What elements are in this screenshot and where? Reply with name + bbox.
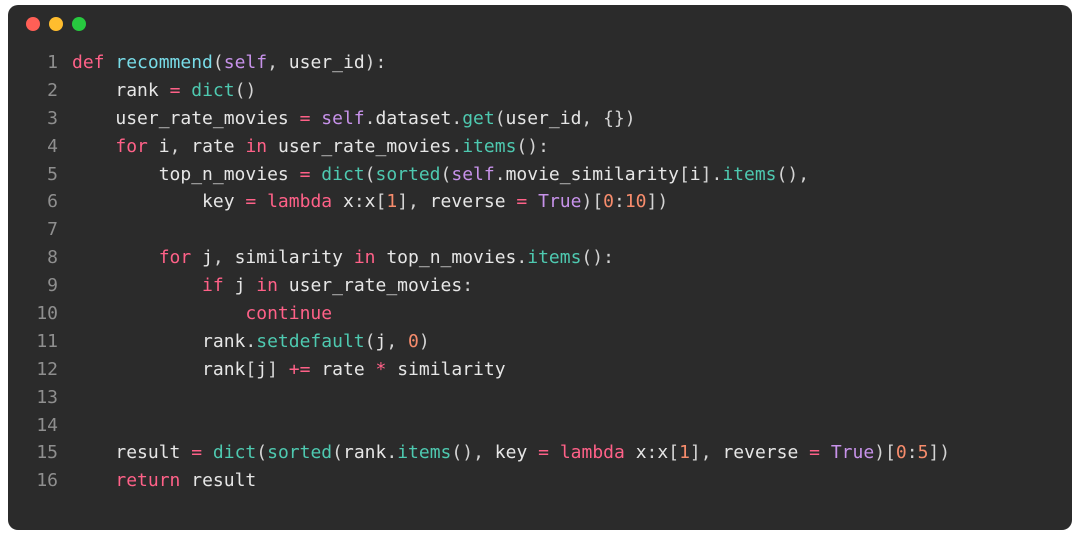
minimize-icon[interactable] [49,17,63,31]
code-line: 14 [30,412,1050,440]
line-number: 10 [30,300,58,328]
line-number: 3 [30,105,58,133]
code-line: 16 return result [30,467,1050,495]
line-number: 14 [30,412,58,440]
code-line: 6 key = lambda x:x[1], reverse = True)[0… [30,188,1050,216]
code-content: continue [72,300,1050,328]
line-number: 4 [30,133,58,161]
line-number: 15 [30,439,58,467]
code-line: 8 for j, similarity in top_n_movies.item… [30,244,1050,272]
line-number: 5 [30,161,58,189]
code-line: 11 rank.setdefault(j, 0) [30,328,1050,356]
close-icon[interactable] [26,17,40,31]
code-line: 12 rank[j] += rate * similarity [30,356,1050,384]
code-content [72,216,1050,244]
code-line: 13 [30,384,1050,412]
code-content: rank = dict() [72,77,1050,105]
code-content: user_rate_movies = self.dataset.get(user… [72,105,1050,133]
code-line: 10 continue [30,300,1050,328]
code-line: 5 top_n_movies = dict(sorted(self.movie_… [30,161,1050,189]
code-content: rank.setdefault(j, 0) [72,328,1050,356]
line-number: 7 [30,216,58,244]
code-line: 2 rank = dict() [30,77,1050,105]
code-area[interactable]: 1 def recommend(self, user_id): 2 rank =… [8,43,1072,511]
code-content: key = lambda x:x[1], reverse = True)[0:1… [72,188,1050,216]
line-number: 2 [30,77,58,105]
line-number: 8 [30,244,58,272]
line-number: 6 [30,188,58,216]
line-number: 1 [30,49,58,77]
line-number: 12 [30,356,58,384]
line-number: 11 [30,328,58,356]
line-number: 16 [30,467,58,495]
code-content: rank[j] += rate * similarity [72,356,1050,384]
code-content: def recommend(self, user_id): [72,49,1050,77]
titlebar [8,5,1072,43]
line-number: 9 [30,272,58,300]
code-content: result = dict(sorted(rank.items(), key =… [72,439,1050,467]
code-content [72,412,1050,440]
code-editor-window: 1 def recommend(self, user_id): 2 rank =… [8,5,1072,530]
code-content: for j, similarity in top_n_movies.items(… [72,244,1050,272]
line-number: 13 [30,384,58,412]
code-content: return result [72,467,1050,495]
code-content: if j in user_rate_movies: [72,272,1050,300]
code-line: 9 if j in user_rate_movies: [30,272,1050,300]
code-line: 7 [30,216,1050,244]
code-content: for i, rate in user_rate_movies.items(): [72,133,1050,161]
code-content [72,384,1050,412]
code-line: 1 def recommend(self, user_id): [30,49,1050,77]
zoom-icon[interactable] [72,17,86,31]
code-line: 3 user_rate_movies = self.dataset.get(us… [30,105,1050,133]
code-content: top_n_movies = dict(sorted(self.movie_si… [72,161,1050,189]
code-line: 15 result = dict(sorted(rank.items(), ke… [30,439,1050,467]
code-line: 4 for i, rate in user_rate_movies.items(… [30,133,1050,161]
